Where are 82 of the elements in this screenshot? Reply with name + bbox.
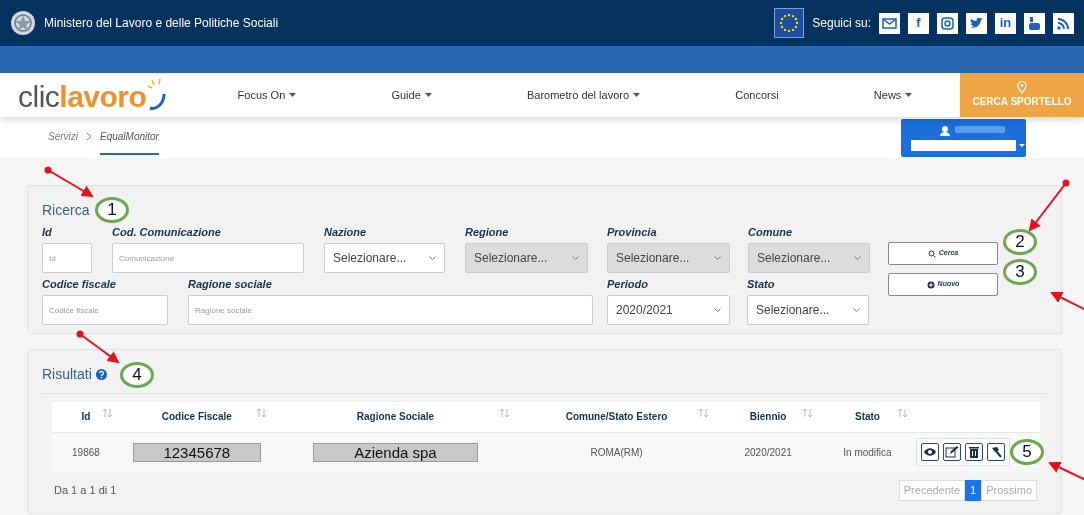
table-cell: ROMA(RM): [590, 446, 643, 458]
location-pin-icon: [1017, 81, 1027, 94]
chevron-icon: [853, 308, 860, 312]
rss-icon[interactable]: [1053, 12, 1074, 34]
field-label: Ragione sociale: [188, 277, 273, 291]
mail-icon[interactable]: [879, 12, 900, 34]
select-field: Selezionare...: [607, 243, 730, 273]
trash-button[interactable]: [964, 443, 983, 462]
hammer-button[interactable]: [986, 443, 1005, 462]
select-field[interactable]: Selezionare...: [324, 243, 445, 273]
input-field[interactable]: Ragione sociale: [188, 295, 593, 325]
panel-title: Ricerca: [42, 201, 90, 220]
caret-icon: [905, 93, 913, 97]
field-label: Provincia: [607, 225, 658, 239]
logo[interactable]: cliclavoro: [0, 78, 190, 112]
pagination-link[interactable]: 1: [965, 480, 982, 501]
column-header[interactable]: Stato: [854, 411, 880, 423]
chevron-icon: [429, 256, 436, 260]
chevron-icon: [714, 256, 721, 260]
nav-link[interactable]: Focus On: [237, 86, 297, 104]
emblem-icon: [10, 10, 36, 36]
nav-link[interactable]: Barometro del lavoro: [526, 86, 641, 104]
edit-icon: [944, 446, 959, 459]
annotation-arrow: [1048, 461, 1084, 483]
ministry-name: Ministero del Lavoro e delle Politiche Sociali: [44, 15, 279, 32]
user-menu-button[interactable]: [901, 119, 1026, 157]
caret-icon: [633, 93, 641, 97]
annotation-arrow: [1028, 179, 1070, 232]
column-header[interactable]: Ragione Sociale: [356, 411, 435, 423]
chevron-icon: [854, 256, 861, 260]
nav-link[interactable]: Guide: [391, 86, 432, 104]
chevron-icon: [86, 132, 92, 141]
search-icon: [927, 249, 936, 258]
view-button[interactable]: [920, 443, 939, 462]
caret-icon: [289, 93, 297, 97]
plus-icon: [926, 280, 935, 289]
results-summary: Da 1 a 1 di 1: [54, 483, 117, 499]
chevron-icon: [714, 308, 721, 312]
input-field[interactable]: Comunicazione: [112, 243, 304, 273]
field-label: Comune: [748, 225, 793, 239]
select-field: Selezionare...: [748, 243, 870, 273]
table-cell: 19868: [72, 446, 100, 458]
help-icon[interactable]: [95, 369, 107, 380]
select-field[interactable]: 2020/2021: [607, 295, 730, 325]
input-field[interactable]: Codice fiscale: [42, 295, 168, 325]
field-label: Cod. Comunicazione: [112, 225, 222, 239]
panel-title: Risultati: [42, 365, 92, 384]
annotation-arrow: [44, 166, 94, 197]
annotation-arrow: [76, 330, 120, 364]
linkedin-icon[interactable]: in: [995, 12, 1016, 34]
hand-icon: [146, 78, 167, 112]
follow-label: Seguici su:: [812, 15, 871, 32]
caret-icon: [424, 93, 432, 97]
select-field[interactable]: Selezionare...: [747, 295, 869, 325]
field-label: Regione: [465, 225, 510, 239]
table-cell: 2020/2021: [744, 446, 792, 458]
select-field: Selezionare...: [465, 243, 588, 273]
field-label: Id: [42, 225, 53, 239]
edit-button[interactable]: [942, 443, 961, 462]
column-header[interactable]: Biennio: [749, 411, 787, 423]
column-header[interactable]: Id: [81, 411, 91, 423]
field-label: Stato: [747, 277, 776, 291]
annotation-arrow: [1050, 292, 1084, 313]
field-label: Periodo: [607, 277, 649, 291]
trash-icon: [966, 446, 981, 459]
redaction-label: Azienda spa: [312, 442, 478, 462]
instagram-icon[interactable]: [937, 12, 958, 34]
table-cell: In modifica: [843, 446, 892, 458]
input-field[interactable]: Id: [42, 243, 92, 273]
view-icon: [922, 446, 937, 459]
redaction-label: 12345678: [132, 442, 261, 462]
column-header[interactable]: Codice Fiscale: [161, 411, 232, 423]
chevron-icon: [572, 256, 579, 260]
twitter-icon[interactable]: [966, 12, 987, 34]
field-label: Codice fiscale: [42, 277, 117, 291]
nav-link[interactable]: Concorsi: [735, 86, 779, 104]
field-label: Nazione: [324, 225, 368, 239]
breadcrumb-link[interactable]: Servizi: [48, 117, 78, 153]
breadcrumb-link[interactable]: EqualMonitor: [100, 117, 159, 155]
eu-flag-icon: [774, 8, 805, 38]
facebook-icon[interactable]: f: [908, 12, 929, 34]
nav-link[interactable]: News: [873, 86, 913, 104]
